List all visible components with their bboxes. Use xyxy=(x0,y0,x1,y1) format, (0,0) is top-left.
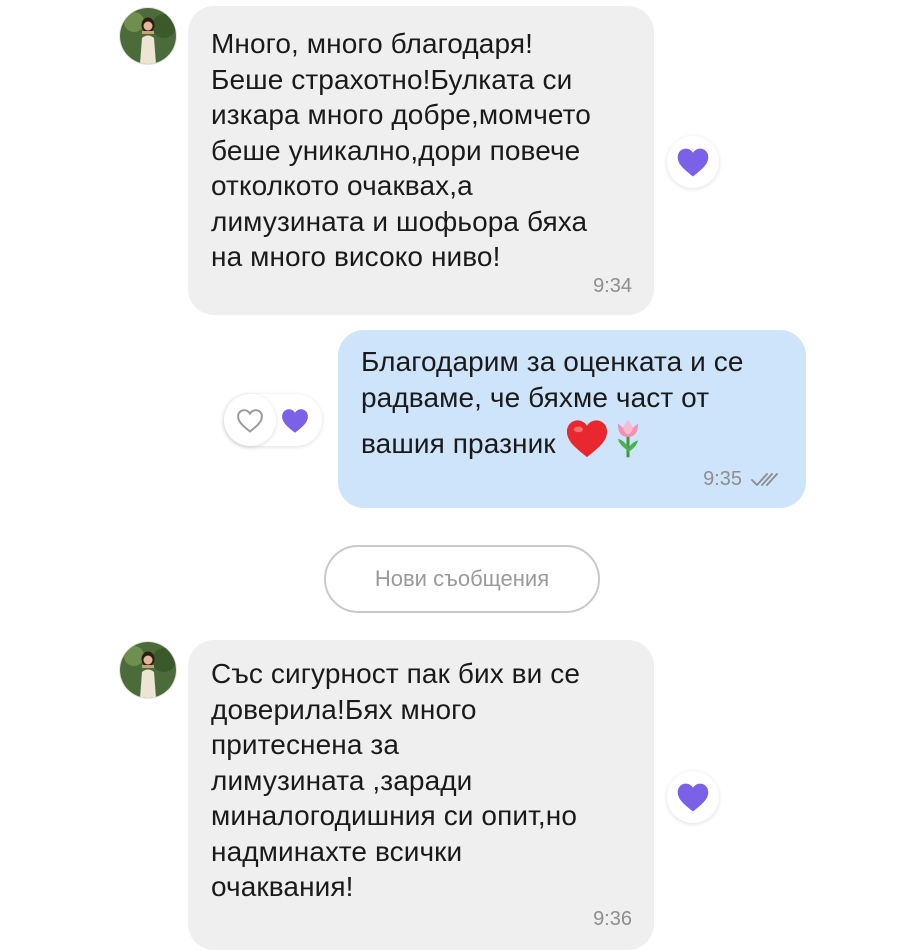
purple-heart-icon xyxy=(677,783,709,812)
reaction-heart-badge[interactable] xyxy=(667,136,719,188)
reaction-heart-badge[interactable] xyxy=(667,771,719,823)
new-messages-divider: Нови съобщения xyxy=(324,545,600,613)
red-heart-emoji xyxy=(564,417,610,468)
outgoing-reactions[interactable] xyxy=(224,394,322,446)
incoming-message-bubble[interactable]: Много, много благодаря! Беше страхотно!Б… xyxy=(188,6,654,315)
incoming-message-bubble[interactable]: Със сигурност пак бих ви се доверила!Бях… xyxy=(188,640,654,950)
add-reaction-button[interactable] xyxy=(224,394,276,446)
purple-heart-icon xyxy=(282,409,308,433)
message-text: Много, много благодаря! Беше страхотно!Б… xyxy=(211,28,591,272)
purple-heart-icon xyxy=(677,148,709,177)
heart-outline-icon xyxy=(237,408,263,433)
message-time: 9:35 xyxy=(703,468,780,491)
message-time: 9:34 xyxy=(593,275,632,297)
outgoing-message-bubble[interactable]: Благодарим за оценката и се радваме, че … xyxy=(338,330,806,508)
contact-avatar[interactable] xyxy=(120,642,176,698)
message-text: Благодарим за оценката и се радваме, че … xyxy=(361,344,744,468)
message-time-value: 9:35 xyxy=(703,468,742,490)
message-text-content: Благодарим за оценката и се радваме, че … xyxy=(361,346,744,459)
double-check-icon xyxy=(751,472,778,486)
message-time: 9:36 xyxy=(593,908,632,930)
contact-avatar[interactable] xyxy=(120,8,176,64)
message-text: Със сигурност пак бих ви се доверила!Бях… xyxy=(211,658,581,902)
tulip-emoji xyxy=(610,415,646,468)
